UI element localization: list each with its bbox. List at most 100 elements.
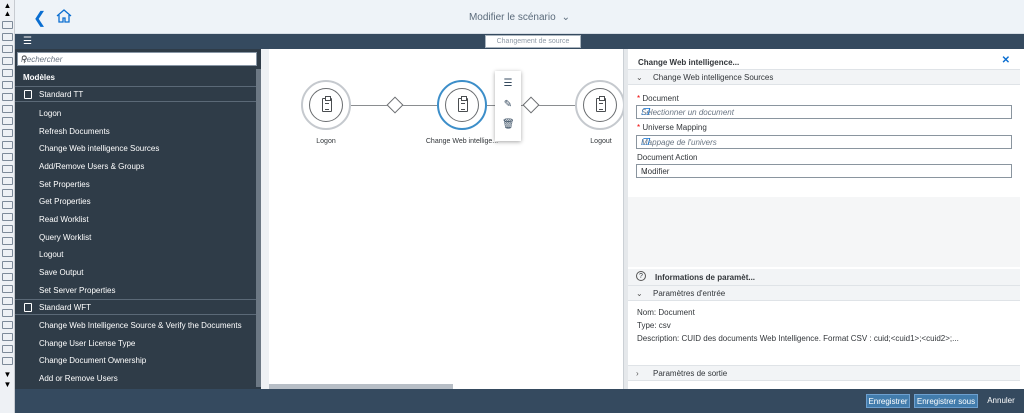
document-action-select[interactable]: Modifier ⌄ — [636, 164, 1012, 178]
sidebar-item[interactable]: Change Document Ownership — [39, 356, 146, 365]
section-output-params[interactable]: › Paramètres de sortie — [628, 365, 1020, 381]
node-inner — [445, 88, 479, 122]
menu-icon[interactable]: ☰ — [23, 37, 32, 47]
tool-icon[interactable] — [2, 81, 13, 89]
properties-icon[interactable]: ☰ — [502, 78, 514, 90]
sidebar-item[interactable]: Set Properties — [39, 180, 90, 189]
tool-icon[interactable] — [2, 333, 13, 341]
workflow-node-change-web[interactable] — [437, 80, 487, 130]
tool-icon[interactable] — [2, 117, 13, 125]
document-field[interactable]: Sélectionner un document ❐ — [636, 105, 1012, 119]
tool-icon[interactable] — [2, 105, 13, 113]
page-title[interactable]: Modifier le scénario ⌄ — [15, 12, 1024, 23]
close-icon[interactable]: ✕ — [1002, 55, 1010, 66]
sidebar-item[interactable]: Logout — [39, 250, 63, 259]
tool-icon[interactable] — [2, 357, 13, 365]
tool-icon[interactable] — [2, 225, 13, 233]
sidebar-item[interactable]: Add/Remove Users & Groups — [39, 162, 144, 171]
tool-icon[interactable] — [2, 249, 13, 257]
tool-icon[interactable] — [2, 309, 13, 317]
workflow-node-logout[interactable] — [575, 80, 625, 130]
sidebar-item[interactable]: Get Properties — [39, 197, 91, 206]
delete-icon[interactable]: 🗑 — [502, 119, 515, 131]
sidebar-item[interactable]: Logon — [39, 109, 61, 118]
tool-icon[interactable] — [2, 321, 13, 329]
node-label: Logon — [316, 138, 336, 145]
models-heading: Modèles — [23, 73, 56, 82]
side-toolbar: ▲ ▲ ▼ ▼ — [0, 0, 15, 413]
gateway-diamond[interactable] — [522, 96, 540, 114]
sidebar-item[interactable]: Set Server Properties — [39, 286, 115, 295]
sidebar-item[interactable]: Change Web Intelligence Source & Verify … — [39, 321, 242, 330]
edit-icon[interactable]: ✎ — [502, 99, 514, 111]
param-description: Description: CUID des documents Web Inte… — [637, 334, 959, 343]
group-standard-wft[interactable]: Standard WFT — [15, 299, 261, 315]
sidebar-item[interactable]: Query Worklist — [39, 233, 91, 242]
change-source-button[interactable]: Changement de source — [485, 35, 581, 48]
tool-icon[interactable] — [2, 237, 13, 245]
cancel-button[interactable]: Annuler — [982, 394, 1020, 408]
parameter-info-header: ? Informations de paramèt... — [628, 269, 1020, 285]
sidebar: Rechercher ⚲ Modèles Standard TT Logon R… — [15, 49, 261, 389]
tool-icon[interactable] — [2, 45, 13, 53]
section-sources[interactable]: ⌄ Change Web intelligence Sources — [628, 69, 1020, 85]
sidebar-item[interactable]: Add or Remove Users — [39, 374, 118, 383]
value-help-icon[interactable]: ❐ — [641, 107, 1007, 118]
tool-icon[interactable] — [2, 285, 13, 293]
workflow-node-logon[interactable] — [301, 80, 351, 130]
document-label-text: Document — [642, 94, 679, 103]
tool-icon[interactable] — [2, 189, 13, 197]
properties-panel: Change Web intelligence... ✕ ⌄ Change We… — [628, 49, 1020, 389]
footer-toolbar: Enregistrer Enregistrer sous Annuler — [15, 389, 1024, 413]
tool-icon[interactable] — [2, 21, 13, 29]
save-button[interactable]: Enregistrer — [866, 394, 910, 408]
tool-icon[interactable] — [2, 165, 13, 173]
scroll-down-icon[interactable]: ▼ — [2, 381, 13, 389]
tool-icon[interactable] — [2, 201, 13, 209]
scroll-down-icon[interactable]: ▼ — [2, 371, 13, 379]
group-label: Standard TT — [39, 90, 84, 99]
shell-header: ❮ Modifier le scénario ⌄ — [15, 0, 1024, 34]
scroll-up-icon[interactable]: ▲ — [2, 10, 13, 18]
tool-icon[interactable] — [2, 153, 13, 161]
tool-icon[interactable] — [2, 69, 13, 77]
tool-icon[interactable] — [2, 345, 13, 353]
sidebar-item[interactable]: Change Web intelligence Sources — [39, 144, 159, 153]
tool-icon[interactable] — [2, 213, 13, 221]
search-input[interactable]: Rechercher ⚲ — [17, 52, 257, 66]
sidebar-item[interactable]: Read Worklist — [39, 215, 89, 224]
sidebar-item[interactable]: Save Output — [39, 268, 83, 277]
clipboard-icon — [24, 303, 32, 312]
search-icon[interactable]: ⚲ — [21, 54, 252, 65]
value-help-icon[interactable]: ❐ — [641, 137, 1007, 148]
panel-title: Change Web intelligence... — [638, 58, 740, 67]
tool-icon[interactable] — [2, 297, 13, 305]
tool-icon[interactable] — [2, 177, 13, 185]
info-label: Informations de paramèt... — [655, 273, 756, 282]
tool-icon[interactable] — [2, 141, 13, 149]
param-name: Nom: Document — [637, 308, 695, 317]
tool-icon[interactable] — [2, 273, 13, 281]
clipboard-icon — [24, 90, 32, 99]
sidebar-item[interactable]: Refresh Documents — [39, 127, 110, 136]
node-context-menu: ☰ ✎ 🗑 — [495, 71, 521, 141]
chevron-down-icon: ⌄ — [561, 12, 571, 23]
tool-icon[interactable] — [2, 57, 13, 65]
clipboard-icon — [596, 96, 606, 112]
node-inner — [309, 88, 343, 122]
sidebar-item[interactable]: Change User License Type — [39, 339, 135, 348]
node-label: Change Web intellige... — [425, 138, 499, 145]
chevron-down-icon: ⌄ — [641, 166, 649, 176]
tool-icon[interactable] — [2, 93, 13, 101]
universe-mapping-field[interactable]: Mappage de l'univers ❐ — [636, 135, 1012, 149]
section-label: Change Web intelligence Sources — [653, 73, 774, 82]
gateway-diamond[interactable] — [386, 96, 404, 114]
tool-icon[interactable] — [2, 129, 13, 137]
tool-icon[interactable] — [2, 33, 13, 41]
workflow-canvas[interactable]: Logon Change Web intellige... Logout ☰ ✎… — [261, 49, 625, 389]
tool-icon[interactable] — [2, 261, 13, 269]
group-standard-tt[interactable]: Standard TT — [15, 86, 261, 102]
chevron-right-icon: › — [636, 369, 639, 378]
save-as-button[interactable]: Enregistrer sous — [914, 394, 978, 408]
section-input-params[interactable]: ⌄ Paramètres d'entrée — [628, 285, 1020, 301]
